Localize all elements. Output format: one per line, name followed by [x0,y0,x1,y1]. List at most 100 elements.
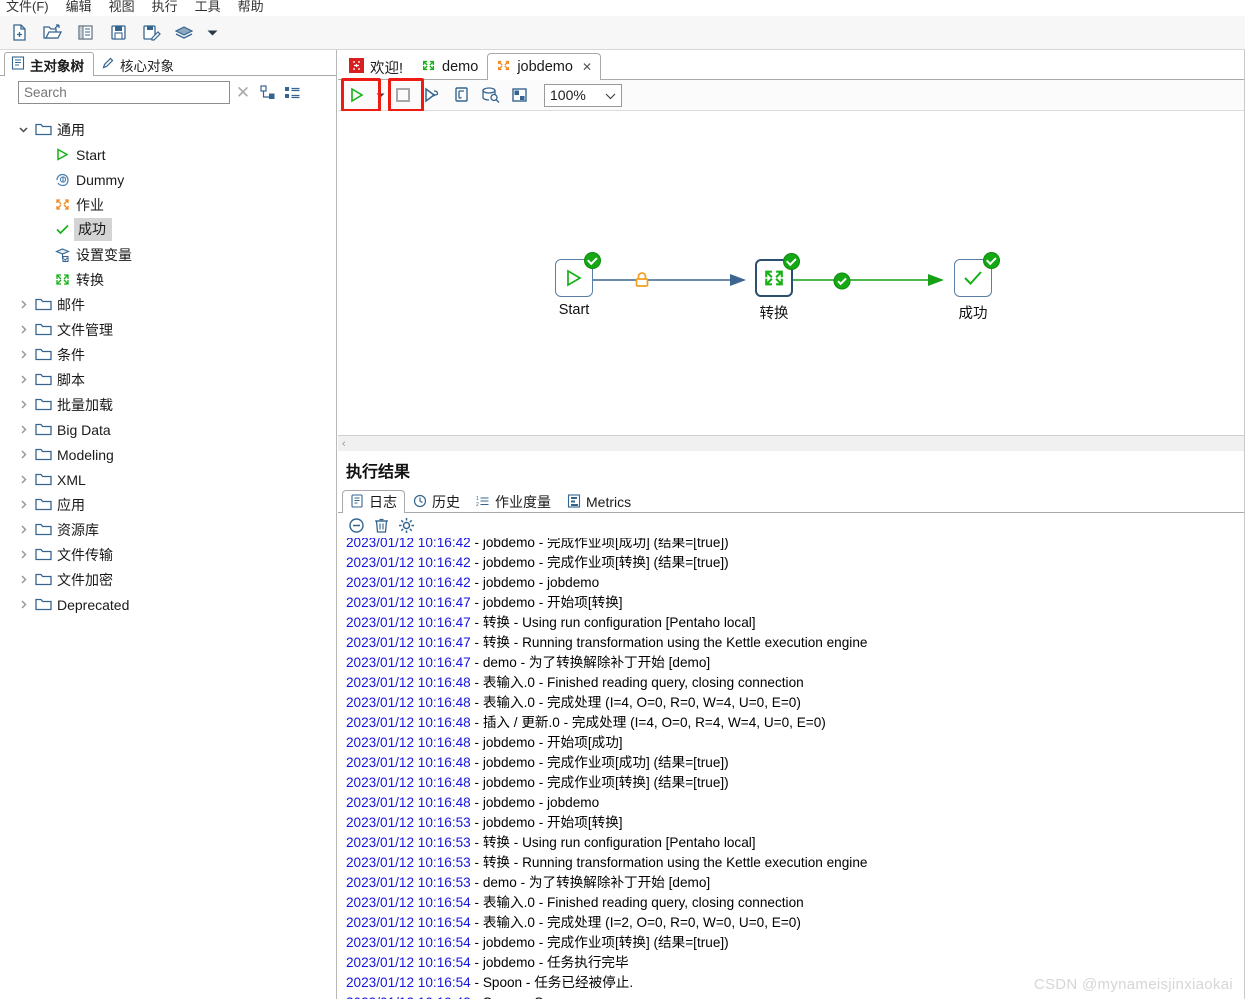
menu-item-tools[interactable]: 工具 [195,0,221,15]
layers-dropdown-caret-icon[interactable] [205,22,219,44]
canvas-node-transform[interactable]: 转换 [744,253,804,323]
log-timestamp: 2023/01/12 10:16:47 [346,635,471,650]
tree-item-folder[interactable]: 邮件 [0,292,336,317]
tree-item-folder[interactable]: 文件加密 [0,567,336,592]
editor-toolbar: 100% [338,78,1245,112]
step-button[interactable] [419,83,445,107]
tab-demo-label: demo [442,59,479,75]
tree-item-folder[interactable]: 脚本 [0,367,336,392]
chevron-right-icon[interactable] [16,399,31,410]
tree-item-folder[interactable]: 通用 [0,117,336,142]
close-icon[interactable]: ✕ [582,60,592,74]
tree-item-folder[interactable]: 资源库 [0,517,336,542]
settings-gear-icon[interactable] [398,517,415,534]
log-timestamp: 2023/01/12 10:16:54 [346,895,471,910]
tab-history[interactable]: 历史 [405,490,468,513]
chevron-right-icon[interactable] [16,324,31,335]
tree-item-folder[interactable]: Deprecated [0,592,336,617]
tree-item-folder[interactable]: 应用 [0,492,336,517]
delete-icon[interactable] [374,517,389,534]
expand-tree-icon[interactable] [256,85,280,100]
list-view-icon[interactable] [280,85,304,100]
open-folder-icon[interactable] [40,21,64,45]
node-box[interactable] [755,253,800,297]
log-timestamp: 2023/01/12 10:16:48 [346,755,471,770]
tree-item-folder[interactable]: 文件管理 [0,317,336,342]
tree-item-folder[interactable]: Modeling [0,442,336,467]
layout-button[interactable] [506,83,532,107]
log-message: - jobdemo - 开始项[成功] [470,735,623,750]
tree-item-folder[interactable]: 批量加载 [0,392,336,417]
run-button[interactable] [344,83,370,107]
canvas-node-success[interactable]: 成功 [943,252,1003,323]
menu-item-edit[interactable]: 编辑 [66,0,92,15]
node-box[interactable] [555,252,601,297]
tab-log[interactable]: 日志 [342,490,405,513]
main-toolbar [0,16,1245,50]
scroll-left-arrow-icon[interactable]: ‹ [342,438,346,450]
tree-item-start[interactable]: Start [0,142,336,167]
tree-item-folder[interactable]: XML [0,467,336,492]
preview-button[interactable] [477,83,503,107]
tab-main-object-tree[interactable]: 主对象树 [4,52,94,76]
tab-core-objects[interactable]: 核心对象 [94,52,184,76]
tree-item-dummy[interactable]: Dummy [0,167,336,192]
stop-button[interactable] [390,83,416,107]
log-message: - 转换 - Running transformation using the … [470,635,868,650]
menu-item-file[interactable]: 文件(F) [6,0,49,15]
tab-welcome[interactable]: 欢迎! [340,53,412,80]
chevron-right-icon[interactable] [16,349,31,360]
tab-demo[interactable]: demo [412,53,487,80]
tree-item-transform[interactable]: 转换 [0,267,336,292]
chevron-right-icon[interactable] [16,449,31,460]
log-message: - demo - 为了转换解除补丁开始 [demo] [470,875,711,890]
tree-item-job[interactable]: 作业 [0,192,336,217]
canvas-horizontal-scrollbar[interactable]: ‹ [338,435,1245,451]
chevron-right-icon[interactable] [16,424,31,435]
tab-metrics[interactable]: Metrics [559,490,639,513]
explorer-icon[interactable] [73,21,97,45]
log-timestamp: 2023/01/12 10:16:42 [346,555,471,570]
new-file-icon[interactable] [7,21,31,45]
debug-button[interactable] [448,83,474,107]
tab-job-metrics[interactable]: 12 作业度量 [468,490,559,513]
search-input[interactable] [18,81,230,104]
log-icon [350,493,364,511]
menu-item-run[interactable]: 执行 [152,0,178,15]
chevron-right-icon[interactable] [16,524,31,535]
layers-icon[interactable] [172,21,196,45]
chevron-right-icon[interactable] [16,374,31,385]
chevron-right-icon[interactable] [16,474,31,485]
chevron-down-icon[interactable] [16,124,31,135]
tab-jobdemo[interactable]: jobdemo ✕ [487,53,601,80]
chevron-right-icon[interactable] [16,549,31,560]
menu-item-view[interactable]: 视图 [109,0,135,15]
save-as-icon[interactable] [139,21,163,45]
results-tabs: 日志 历史 12 作业度量 Metrics [338,488,1245,513]
clear-search-icon[interactable]: ✕ [230,83,256,103]
tree-item-folder[interactable]: 文件传输 [0,542,336,567]
chevron-right-icon[interactable] [16,599,31,610]
job-canvas[interactable]: Start 转换 成功 [338,111,1245,435]
chevron-right-icon[interactable] [16,574,31,585]
canvas-node-start[interactable]: Start [544,252,604,318]
tree-item-folder[interactable]: Big Data [0,417,336,442]
chevron-down-icon [605,87,616,103]
tree-item-success[interactable]: 成功 [0,217,336,242]
save-icon[interactable] [106,21,130,45]
chevron-right-icon[interactable] [16,499,31,510]
clear-log-icon[interactable] [348,517,365,534]
run-dropdown-caret-icon[interactable] [373,84,387,106]
tree-item-folder[interactable]: 条件 [0,342,336,367]
editor-tabs: 欢迎! demo jobdemo ✕ [338,50,1245,80]
log-output[interactable]: 2023/01/12 10:16:42 - jobdemo - 完成作业项[成功… [338,538,1245,999]
chevron-right-icon[interactable] [16,299,31,310]
transform-icon [421,58,436,77]
object-tree[interactable]: 通用 Start Dummy 作业 成功 设置变量 转换 邮件 文件管理 条件 … [0,112,336,999]
zoom-select[interactable]: 100% [544,83,622,107]
tree-item-set-variable[interactable]: 设置变量 [0,242,336,267]
tab-history-label: 历史 [432,494,460,510]
menu-item-help[interactable]: 帮助 [238,0,264,15]
node-box[interactable] [954,252,1000,297]
tab-welcome-label: 欢迎! [370,60,404,77]
